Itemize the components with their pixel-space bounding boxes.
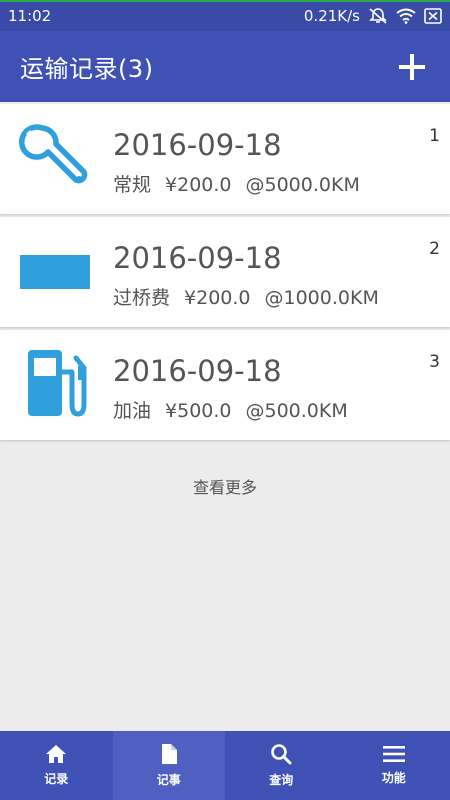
record-amount: ¥500.0 <box>165 400 232 422</box>
view-more-link[interactable]: 查看更多 <box>0 474 450 498</box>
nav-label: 查询 <box>269 773 294 787</box>
sim-icon <box>424 7 442 24</box>
record-amount: ¥200.0 <box>184 287 251 309</box>
status-bar: 11:02 0.21K/s <box>0 0 450 31</box>
add-record-button[interactable] <box>396 51 428 83</box>
record-index: 3 <box>429 352 440 372</box>
fuel-pump-icon <box>18 348 92 422</box>
record-category: 过桥费 <box>113 287 171 309</box>
net-speed: 0.21K/s <box>303 6 360 25</box>
record-mileage: @500.0KM <box>245 400 348 422</box>
record-category: 加油 <box>113 400 152 422</box>
record-date: 2016-09-18 <box>113 128 282 162</box>
home-icon <box>45 744 67 770</box>
record-card[interactable]: 2016-09-18 常规 ¥200.0 @5000.0KM 1 <box>0 104 450 214</box>
record-index: 1 <box>429 126 440 146</box>
record-list: 2016-09-18 常规 ¥200.0 @5000.0KM 1 2016-09-1… <box>0 104 450 443</box>
nav-notes[interactable]: 记事 <box>112 731 225 800</box>
status-right: 0.21K/s <box>304 7 442 25</box>
record-mileage: @1000.0KM <box>264 287 379 309</box>
nav-label: 功能 <box>381 771 406 785</box>
record-amount: ¥200.0 <box>165 174 232 196</box>
record-card[interactable]: 2016-09-18 加油 ¥500.0 @500.0KM 3 <box>0 330 450 440</box>
page-title: 运输记录(3) <box>20 55 154 83</box>
nav-label: 记录 <box>44 772 69 786</box>
record-date: 2016-09-18 <box>113 354 282 388</box>
app-bar: 运输记录(3) <box>0 31 450 102</box>
record-info: 常规 ¥200.0 @5000.0KM <box>113 170 374 197</box>
bottom-nav: 记录 记事 查询 功能 <box>0 731 450 800</box>
record-date: 2016-09-18 <box>113 241 282 275</box>
search-icon <box>270 743 292 771</box>
record-index: 2 <box>429 239 440 259</box>
nav-search[interactable]: 查询 <box>225 731 338 800</box>
nav-label: 记事 <box>156 773 181 787</box>
wrench-icon <box>18 122 92 196</box>
nav-records[interactable]: 记录 <box>0 731 113 800</box>
record-info: 加油 ¥500.0 @500.0KM <box>113 396 362 423</box>
notification-off-icon <box>368 7 388 25</box>
wifi-icon <box>396 8 416 24</box>
app-screen: 11:02 0.21K/s 运输记录(3) 2016-09-18 常规 ¥200… <box>0 0 450 800</box>
bridge-toll-icon <box>18 235 92 309</box>
record-mileage: @5000.0KM <box>245 174 360 196</box>
record-category: 常规 <box>113 174 152 196</box>
record-info: 过桥费 ¥200.0 @1000.0KM <box>113 283 393 310</box>
status-time: 11:02 <box>8 6 52 25</box>
status-accent-line <box>0 0 450 2</box>
record-card[interactable]: 2016-09-18 过桥费 ¥200.0 @1000.0KM 2 <box>0 217 450 327</box>
document-icon <box>160 743 178 771</box>
menu-icon <box>382 745 405 769</box>
nav-functions[interactable]: 功能 <box>338 731 450 800</box>
